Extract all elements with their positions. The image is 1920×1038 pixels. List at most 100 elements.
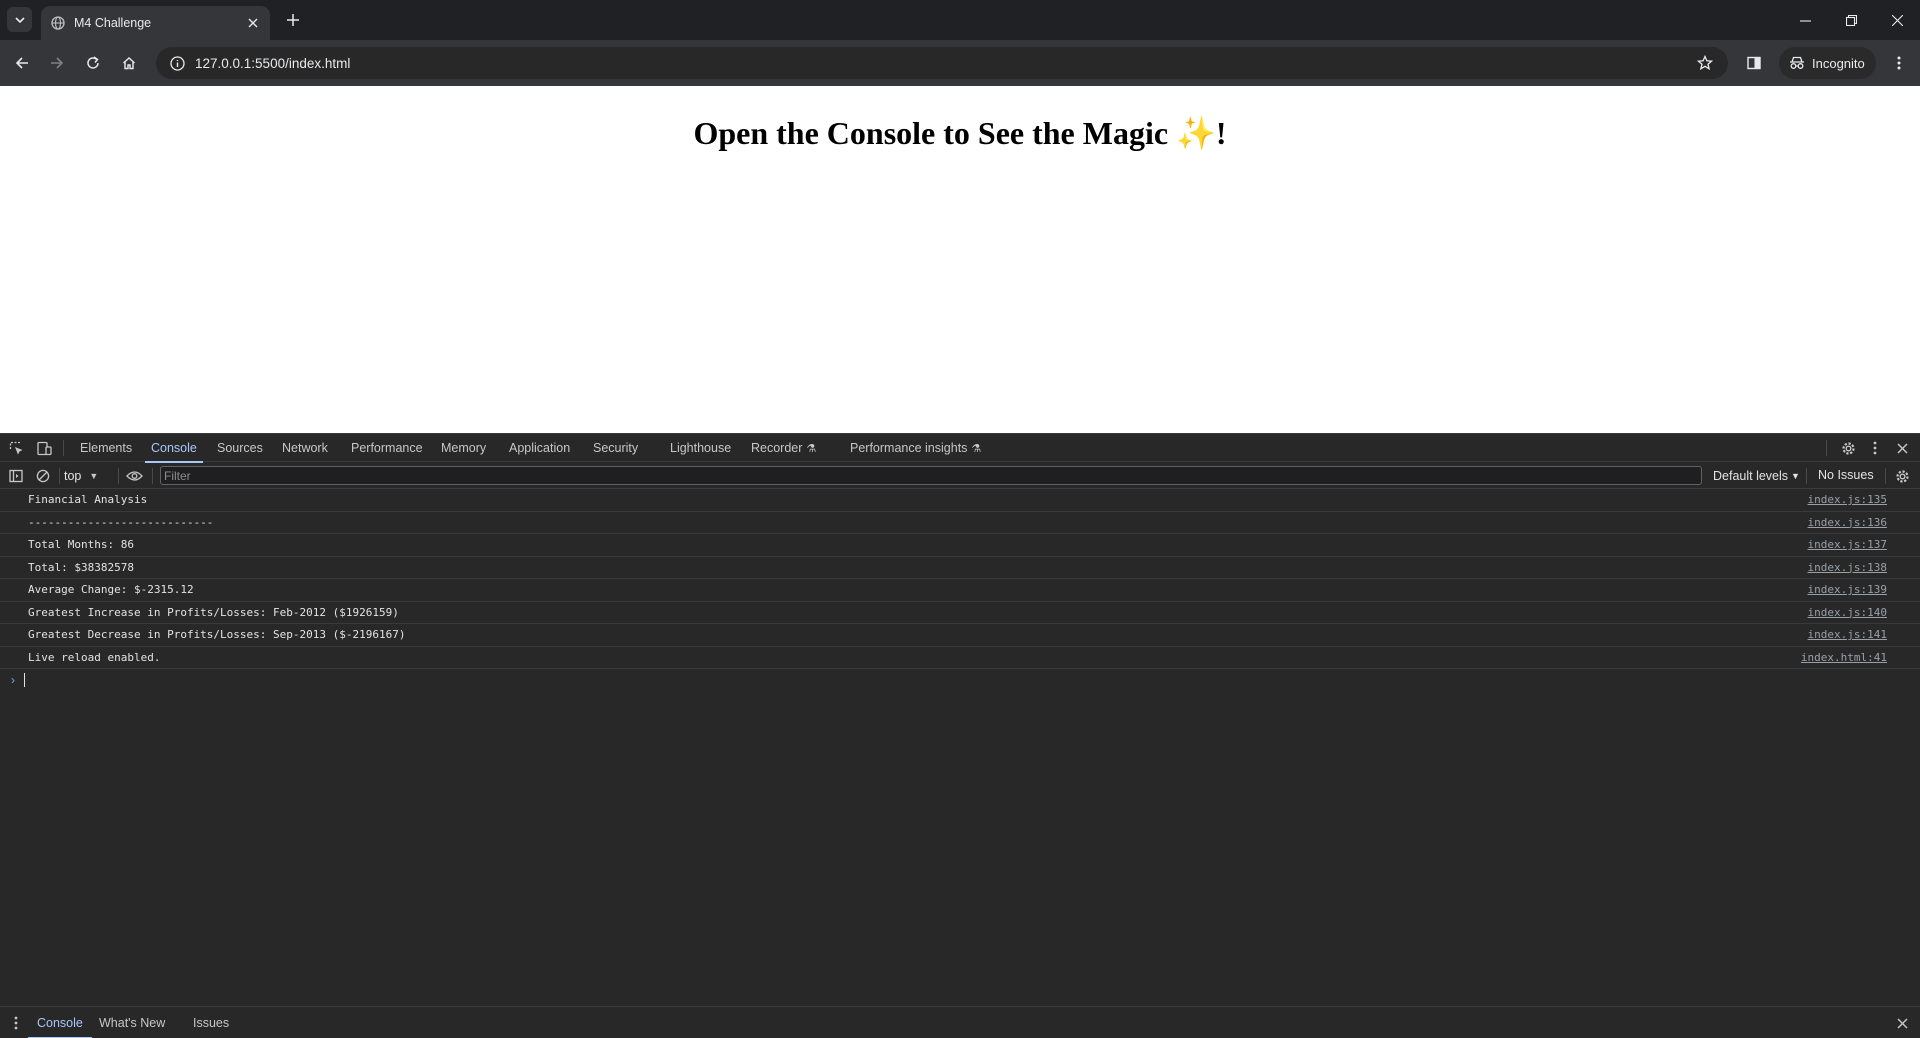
log-message: Greatest Increase in Profits/Losses: Feb… (28, 605, 399, 619)
issues-counter[interactable]: No Issues (1818, 466, 1874, 485)
page-heading: Open the Console to See the Magic ✨! (693, 115, 1227, 151)
toolbar-divider (1826, 440, 1827, 456)
forward-button[interactable] (44, 50, 70, 76)
close-icon (1891, 14, 1903, 26)
restore-button[interactable] (1836, 7, 1866, 33)
incognito-indicator[interactable]: Incognito (1779, 47, 1876, 79)
home-button[interactable] (116, 50, 142, 76)
log-levels-dropdown[interactable]: Default levels ▼ (1713, 466, 1800, 485)
devtools-drawer: Console What's New Issues (0, 1006, 1920, 1038)
tab-performance[interactable]: Performance (351, 434, 423, 462)
tab-security[interactable]: Security (593, 434, 638, 462)
reload-button[interactable] (80, 50, 106, 76)
console-log-row: Total: $38382578 index.js:138 (0, 557, 1920, 579)
toolbar-divider (1885, 468, 1886, 484)
tab-performance-insights[interactable]: Performance insights ⚗ (850, 434, 981, 462)
tab-network[interactable]: Network (282, 434, 328, 462)
toolbar-divider (118, 468, 119, 484)
tab-application[interactable]: Application (509, 434, 570, 462)
incognito-icon (1790, 56, 1804, 69)
devtools-tab-bar: Elements Console Sources Network Perform… (0, 434, 1920, 463)
arrow-right-icon (51, 57, 64, 69)
tab-search-button[interactable] (7, 7, 32, 32)
drawer-tab-console[interactable]: Console (28, 1007, 92, 1038)
arrow-left-icon (15, 57, 28, 69)
clear-console-icon[interactable] (34, 467, 52, 485)
tab-lighthouse[interactable]: Lighthouse (670, 434, 731, 462)
side-panel-button[interactable] (1741, 50, 1767, 76)
console-log-row: ---------------------------- index.js:13… (0, 512, 1920, 534)
close-icon[interactable] (244, 14, 262, 32)
drawer-tab-whats-new[interactable]: What's New (99, 1007, 165, 1038)
drawer-tab-issues[interactable]: Issues (193, 1007, 229, 1038)
text-cursor (24, 673, 25, 687)
plus-icon (287, 14, 299, 26)
devtools-panel: Elements Console Sources Network Perform… (0, 433, 1920, 1038)
log-message: Greatest Decrease in Profits/Losses: Sep… (28, 628, 406, 642)
page-viewport: Open the Console to See the Magic ✨! (0, 86, 1920, 433)
log-source-link[interactable]: index.js:135 (1808, 493, 1887, 506)
console-settings-gear-icon[interactable] (1893, 467, 1911, 485)
tab-memory[interactable]: Memory (441, 434, 486, 462)
console-log-row: Total Months: 86 index.js:137 (0, 534, 1920, 557)
globe-icon (50, 15, 66, 31)
info-icon[interactable] (168, 54, 186, 72)
context-select[interactable]: top ▼ (64, 467, 98, 485)
tab-sources[interactable]: Sources (217, 434, 263, 462)
log-source-link[interactable]: index.js:137 (1808, 538, 1887, 551)
close-drawer-icon[interactable] (1893, 1014, 1911, 1032)
minimize-button[interactable] (1790, 7, 1820, 33)
gear-icon[interactable] (1839, 439, 1857, 457)
console-log-row: Average Change: $-2315.12 index.js:139 (0, 579, 1920, 602)
console-log-row: Greatest Decrease in Profits/Losses: Sep… (0, 624, 1920, 647)
tab-recorder[interactable]: Recorder ⚗ (751, 434, 816, 462)
log-source-link[interactable]: index.js:140 (1808, 606, 1887, 619)
home-icon (123, 57, 135, 70)
restore-icon (1845, 14, 1857, 26)
toolbar-divider (63, 440, 64, 456)
tab-console[interactable]: Console (145, 434, 203, 463)
device-toolbar-icon[interactable] (35, 439, 53, 457)
flask-icon: ⚗ (971, 443, 982, 455)
new-tab-button[interactable] (281, 8, 305, 32)
tab-recorder-label: Recorder (751, 441, 803, 455)
star-icon[interactable] (1694, 52, 1716, 74)
chevron-down-icon (14, 16, 25, 23)
caret-down-icon: ▼ (89, 471, 99, 481)
log-source-link[interactable]: index.html:41 (1801, 651, 1887, 664)
log-source-link[interactable]: index.js:141 (1808, 628, 1887, 641)
close-icon[interactable] (1893, 439, 1911, 457)
more-vertical-icon[interactable] (1866, 439, 1884, 457)
log-message: Financial Analysis (28, 493, 148, 507)
incognito-label: Incognito (1812, 55, 1865, 71)
window-close-button[interactable] (1882, 7, 1912, 33)
more-vertical-icon[interactable] (7, 1014, 25, 1032)
console-log-row: Greatest Increase in Profits/Losses: Feb… (0, 602, 1920, 624)
console-prompt[interactable]: › (0, 669, 1920, 691)
address-bar[interactable]: 127.0.0.1:5500/index.html (156, 47, 1728, 79)
log-levels-label: Default levels (1713, 468, 1789, 483)
console-filter-input[interactable] (160, 466, 1702, 485)
log-source-link[interactable]: index.js:139 (1808, 583, 1887, 596)
tab-performance-insights-label: Performance insights (850, 441, 968, 455)
minimize-icon (1799, 19, 1811, 22)
log-source-link[interactable]: index.js:138 (1808, 561, 1887, 574)
tab-title: M4 Challenge (74, 16, 152, 30)
url-text[interactable]: 127.0.0.1:5500/index.html (195, 56, 1694, 71)
console-output: Financial Analysis index.js:135 --------… (0, 489, 1920, 929)
browser-tab[interactable]: M4 Challenge (41, 6, 270, 40)
log-message: Total Months: 86 (28, 538, 134, 552)
inspect-element-icon[interactable] (7, 439, 25, 457)
sidebar-toggle-icon[interactable] (7, 467, 25, 485)
console-toolbar: top ▼ Default levels ▼ No Issues (0, 462, 1920, 489)
console-log-row: Financial Analysis index.js:135 (0, 489, 1920, 512)
context-select-value: top (64, 469, 82, 483)
flask-icon: ⚗ (806, 443, 817, 455)
tab-elements[interactable]: Elements (80, 434, 132, 462)
browser-menu-button[interactable] (1886, 50, 1912, 76)
eye-icon[interactable] (125, 467, 143, 485)
chevron-right-icon: › (11, 673, 15, 687)
toolbar-divider (1806, 468, 1807, 484)
back-button[interactable] (9, 50, 35, 76)
log-source-link[interactable]: index.js:136 (1808, 516, 1887, 529)
